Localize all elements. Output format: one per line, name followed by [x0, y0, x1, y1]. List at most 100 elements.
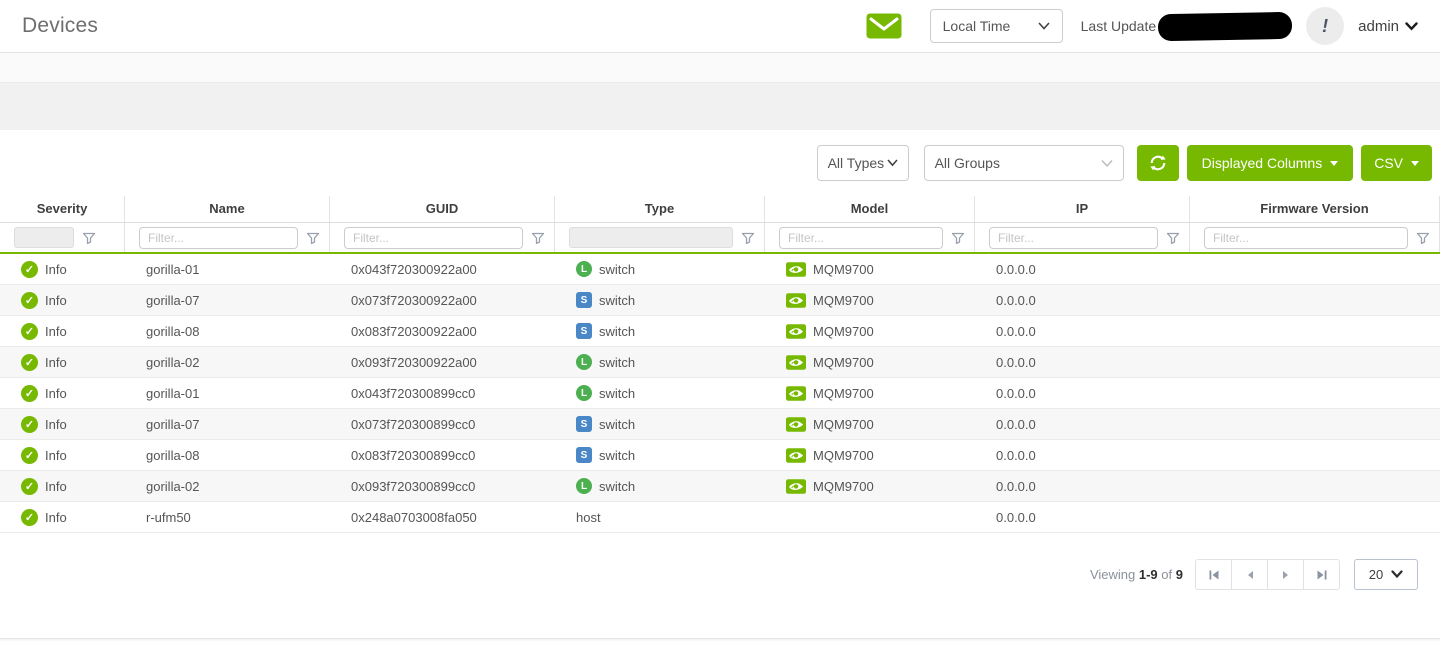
type-label: switch — [599, 262, 635, 277]
device-ip-cell: 0.0.0.0 — [975, 479, 1190, 494]
groups-filter-select[interactable]: All Groups — [924, 145, 1124, 181]
table-row[interactable]: ✓ Info gorilla-08 0x083f720300922a00 S s… — [0, 316, 1440, 347]
funnel-icon[interactable] — [1416, 231, 1430, 245]
device-guid-cell: 0x248a0703008fa050 — [330, 510, 555, 525]
severity-cell: ✓ Info — [0, 385, 125, 402]
title-bar-actions: Local Time Last Update ! admin — [866, 7, 1418, 45]
displayed-columns-label: Displayed Columns — [1202, 155, 1323, 171]
severity-cell: ✓ Info — [0, 447, 125, 464]
device-guid-cell: 0x093f720300922a00 — [330, 355, 555, 370]
csv-label: CSV — [1374, 155, 1403, 171]
device-model-cell: MQM9700 — [765, 324, 975, 339]
device-name-cell: gorilla-01 — [125, 386, 330, 401]
table-row[interactable]: ✓ Info gorilla-08 0x083f720300899cc0 S s… — [0, 440, 1440, 471]
type-label: switch — [599, 417, 635, 432]
device-name-cell: gorilla-07 — [125, 417, 330, 432]
type-label: switch — [599, 448, 635, 463]
table-row[interactable]: ✓ Info gorilla-07 0x073f720300899cc0 S s… — [0, 409, 1440, 440]
name-filter-input[interactable] — [139, 227, 298, 249]
device-type-cell: S switch — [555, 416, 765, 432]
last-update-label: Last Update — [1081, 18, 1157, 34]
nvidia-logo-icon — [786, 386, 806, 401]
displayed-columns-button[interactable]: Displayed Columns — [1187, 145, 1354, 181]
table-row[interactable]: ✓ Info gorilla-07 0x073f720300922a00 S s… — [0, 285, 1440, 316]
funnel-icon[interactable] — [306, 231, 320, 245]
envelope-icon[interactable] — [866, 13, 902, 39]
table-row[interactable]: ✓ Info r-ufm50 0x248a0703008fa050 host 0… — [0, 502, 1440, 533]
chevron-down-icon — [1391, 570, 1403, 579]
table-row[interactable]: ✓ Info gorilla-02 0x093f720300922a00 L s… — [0, 347, 1440, 378]
model-filter-cell — [765, 223, 975, 252]
column-header-guid[interactable]: GUID — [330, 196, 555, 222]
table-row[interactable]: ✓ Info gorilla-01 0x043f720300922a00 L s… — [0, 254, 1440, 285]
severity-label: Info — [45, 324, 67, 339]
bottom-divider — [0, 638, 1440, 642]
name-filter-cell — [125, 223, 330, 252]
severity-label: Info — [45, 293, 67, 308]
nvidia-logo-icon — [786, 417, 806, 432]
device-model-cell: MQM9700 — [765, 479, 975, 494]
viewing-of-label: of — [1161, 567, 1172, 582]
types-filter-select[interactable]: All Types — [817, 145, 909, 181]
funnel-icon[interactable] — [82, 231, 96, 245]
device-ip-cell: 0.0.0.0 — [975, 417, 1190, 432]
device-guid-cell: 0x093f720300899cc0 — [330, 479, 555, 494]
page-size-select[interactable]: 20 — [1354, 559, 1418, 590]
severity-label: Info — [45, 262, 67, 277]
funnel-icon[interactable] — [741, 231, 755, 245]
ip-filter-input[interactable] — [989, 227, 1158, 249]
table-filter-row — [0, 223, 1440, 254]
table-row[interactable]: ✓ Info gorilla-02 0x093f720300899cc0 L s… — [0, 471, 1440, 502]
guid-filter-input[interactable] — [344, 227, 523, 249]
refresh-icon — [1148, 153, 1168, 173]
alert-glyph: ! — [1322, 16, 1328, 37]
chevron-down-icon — [1101, 159, 1113, 168]
column-header-name[interactable]: Name — [125, 196, 330, 222]
secondary-band — [0, 83, 1440, 130]
alert-circle-icon[interactable]: ! — [1306, 7, 1344, 45]
device-type-cell: L switch — [555, 385, 765, 401]
device-ip-cell: 0.0.0.0 — [975, 324, 1190, 339]
funnel-icon[interactable] — [531, 231, 545, 245]
severity-filter-select[interactable] — [14, 227, 74, 248]
device-model-cell: MQM9700 — [765, 355, 975, 370]
device-guid-cell: 0x083f720300922a00 — [330, 324, 555, 339]
firmware-filter-input[interactable] — [1204, 227, 1408, 249]
column-header-firmware[interactable]: Firmware Version — [1190, 196, 1440, 222]
device-guid-cell: 0x043f720300922a00 — [330, 262, 555, 277]
column-header-ip[interactable]: IP — [975, 196, 1190, 222]
column-header-type[interactable]: Type — [555, 196, 765, 222]
nvidia-logo-icon — [786, 355, 806, 370]
type-filter-select[interactable] — [569, 227, 733, 248]
check-circle-icon: ✓ — [21, 292, 38, 309]
chevron-down-icon — [1405, 22, 1418, 31]
table-row[interactable]: ✓ Info gorilla-01 0x043f720300899cc0 L s… — [0, 378, 1440, 409]
previous-page-button[interactable] — [1231, 559, 1268, 590]
severity-cell: ✓ Info — [0, 323, 125, 340]
device-type-cell: S switch — [555, 292, 765, 308]
model-label: MQM9700 — [813, 293, 874, 308]
column-header-severity[interactable]: Severity — [0, 196, 125, 222]
user-menu[interactable]: admin — [1358, 18, 1418, 35]
last-page-button[interactable] — [1303, 559, 1340, 590]
funnel-icon[interactable] — [951, 231, 965, 245]
column-header-model[interactable]: Model — [765, 196, 975, 222]
nvidia-logo-icon — [786, 293, 806, 308]
check-circle-icon: ✓ — [21, 323, 38, 340]
csv-export-button[interactable]: CSV — [1361, 145, 1432, 181]
device-ip-cell: 0.0.0.0 — [975, 355, 1190, 370]
device-type-cell: S switch — [555, 447, 765, 463]
model-filter-input[interactable] — [779, 227, 943, 249]
next-page-button[interactable] — [1267, 559, 1304, 590]
check-circle-icon: ✓ — [21, 478, 38, 495]
first-page-button[interactable] — [1195, 559, 1232, 590]
type-badge-icon: S — [576, 447, 592, 463]
funnel-icon[interactable] — [1166, 231, 1180, 245]
severity-cell: ✓ Info — [0, 354, 125, 371]
viewing-range: 1-9 — [1139, 567, 1158, 582]
table-toolbar: All Types All Groups Displayed Columns C… — [0, 130, 1440, 196]
type-badge-icon: S — [576, 292, 592, 308]
timezone-select[interactable]: Local Time — [930, 9, 1063, 43]
caret-down-icon — [1411, 161, 1419, 166]
refresh-button[interactable] — [1137, 145, 1179, 181]
